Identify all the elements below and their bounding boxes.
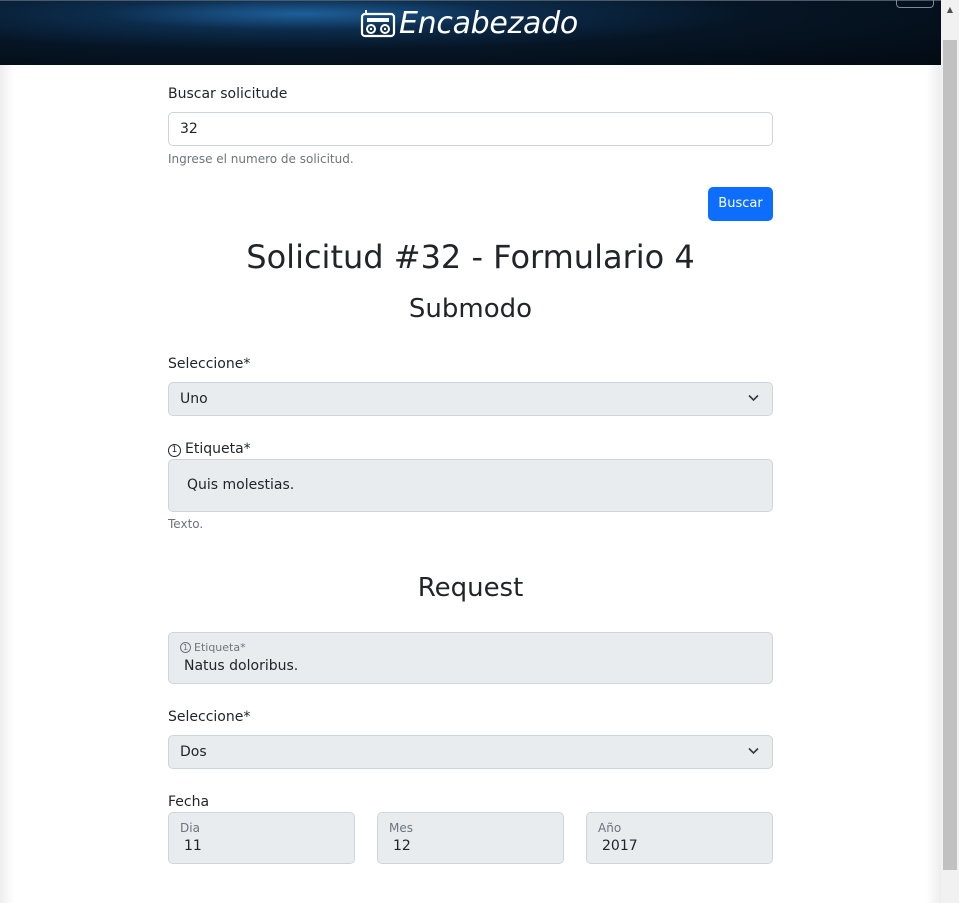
request-select[interactable]: Dos [168, 735, 773, 769]
submodo-etiqueta-help-text: Texto. [168, 517, 204, 531]
vertical-scrollbar[interactable]: ▲ [941, 0, 959, 903]
dia-label: Dia [180, 821, 200, 835]
chevron-down-icon [748, 747, 759, 755]
anio-value: 2017 [602, 838, 638, 854]
submodo-etiqueta-label: 1 Etiqueta* [168, 441, 251, 457]
search-input[interactable]: 32 [168, 112, 773, 146]
fecha-label: Fecha [168, 794, 210, 810]
request-title: Request [417, 573, 524, 603]
scrollbar-thumb[interactable] [943, 40, 957, 870]
mes-value: 12 [393, 838, 411, 854]
navbar-brand[interactable]: Encabezado [360, 3, 578, 43]
submodo-etiqueta-label-text: Etiqueta* [185, 441, 251, 457]
search-label: Buscar solicitude [168, 86, 288, 102]
mes-label: Mes [389, 821, 413, 835]
search-help-text: Ingrese el numero de solicitud. [168, 152, 354, 166]
request-etiqueta-label: 1 Etiqueta* [180, 641, 246, 654]
page-shadow-right [926, 65, 941, 903]
request-select-value: Dos [180, 744, 207, 760]
navbar-toggler-button[interactable] [896, 0, 934, 8]
mes-field[interactable]: Mes 12 [377, 812, 564, 864]
page-title: Solicitud #32 - Formulario 4 [246, 238, 695, 276]
top-navbar: Encabezado [0, 0, 941, 65]
anio-label: Año [598, 821, 622, 835]
chevron-down-icon [748, 394, 759, 402]
request-etiqueta-value: Natus doloribus. [184, 658, 299, 674]
dia-value: 11 [184, 838, 202, 854]
brand-title: Encabezado [399, 5, 578, 41]
search-button[interactable]: Buscar [708, 187, 773, 221]
info-icon: 1 [168, 444, 181, 457]
page-shadow-left [0, 65, 14, 903]
submodo-title: Submodo [408, 294, 533, 324]
submodo-select-value: Uno [180, 391, 208, 407]
submodo-etiqueta-textarea[interactable]: Quis molestias. [168, 459, 773, 512]
request-etiqueta-label-text: Etiqueta* [194, 641, 246, 654]
submodo-select-label: Seleccione* [168, 356, 251, 372]
info-icon: 1 [180, 642, 191, 653]
dia-field[interactable]: Dia 11 [168, 812, 355, 864]
scroll-up-arrow-icon[interactable]: ▲ [941, 0, 959, 18]
submodo-select[interactable]: Uno [168, 382, 773, 416]
radio-icon [360, 10, 396, 38]
request-select-label: Seleccione* [168, 709, 251, 725]
request-etiqueta-field[interactable]: 1 Etiqueta* Natus doloribus. [168, 632, 773, 684]
anio-field[interactable]: Año 2017 [586, 812, 773, 864]
